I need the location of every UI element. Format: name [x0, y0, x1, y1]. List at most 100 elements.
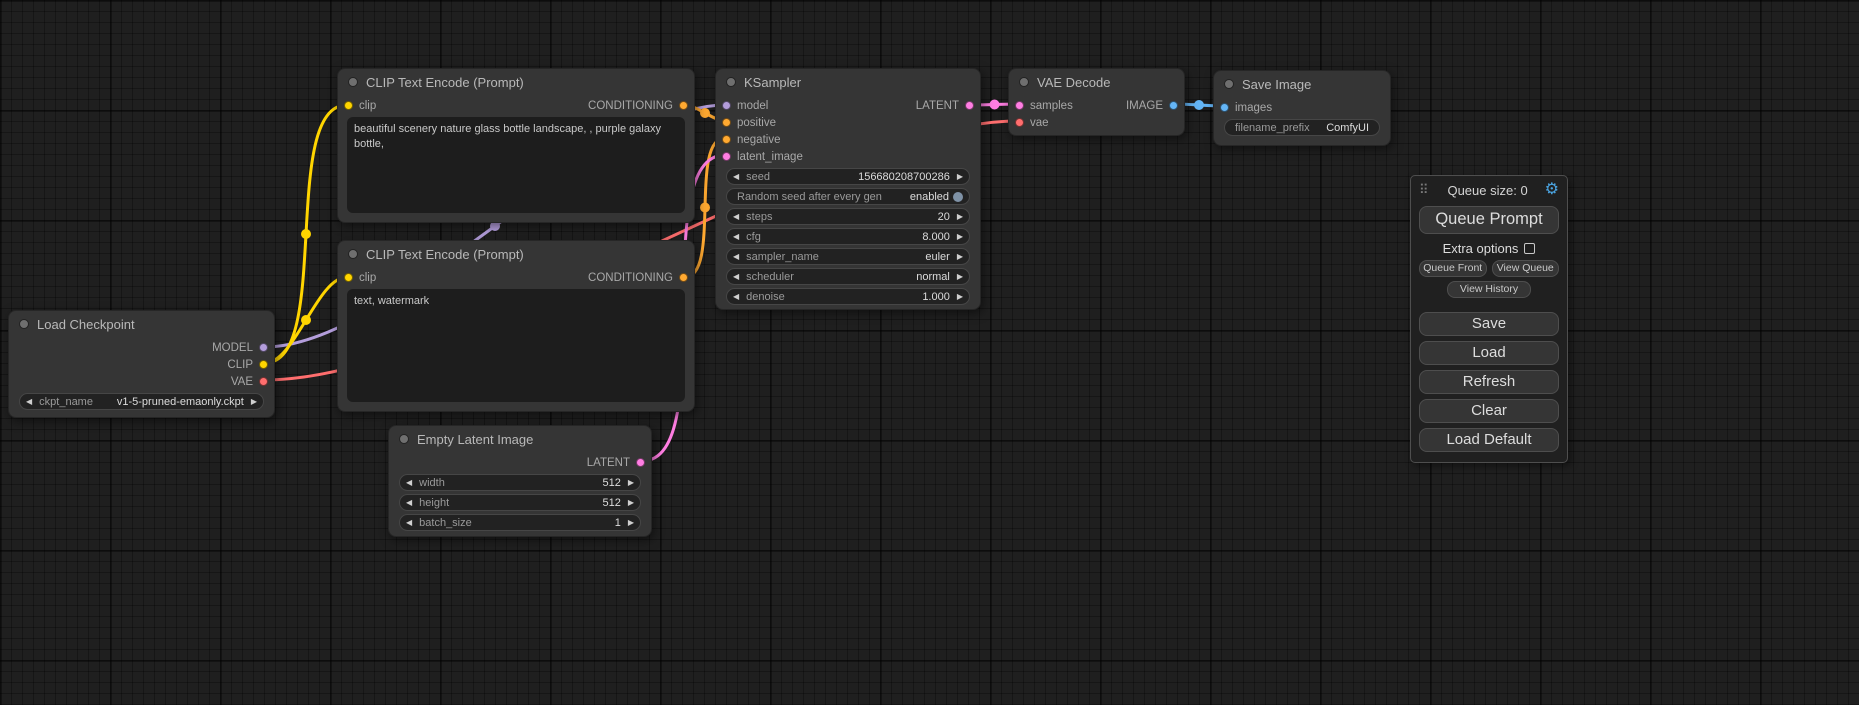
increment-arrow-icon[interactable]: ▶	[628, 479, 634, 487]
node-title-bar[interactable]: Empty Latent Image	[389, 426, 651, 452]
node-empty-latent-image[interactable]: Empty Latent Image LATENT ◀ width 512 ▶ …	[388, 425, 652, 537]
next-value-arrow-icon[interactable]: ▶	[957, 273, 963, 281]
model-slot-dot[interactable]	[722, 101, 731, 110]
image-slot-dot[interactable]	[1220, 103, 1229, 112]
conditioning-slot-dot[interactable]	[722, 118, 731, 127]
input-slot-positive[interactable]: positive	[722, 117, 776, 129]
prompt-textarea[interactable]: text, watermark	[347, 289, 685, 402]
refresh-button[interactable]: Refresh	[1419, 370, 1559, 394]
clip-slot-dot[interactable]	[259, 360, 268, 369]
conditioning-slot-dot[interactable]	[679, 101, 688, 110]
widget-sampler-name[interactable]: ◀ sampler_name euler ▶	[726, 248, 970, 265]
node-title-bar[interactable]: VAE Decode	[1009, 69, 1184, 95]
clip-slot-dot[interactable]	[344, 101, 353, 110]
decrement-arrow-icon[interactable]: ◀	[733, 293, 739, 301]
widget-random-seed-toggle[interactable]: Random seed after every gen enabled	[726, 188, 970, 205]
toggle-indicator-icon[interactable]	[953, 192, 963, 202]
widget-filename-prefix[interactable]: filename_prefix ComfyUI	[1224, 119, 1380, 136]
collapse-dot-icon[interactable]	[1019, 77, 1029, 87]
collapse-dot-icon[interactable]	[348, 249, 358, 259]
clear-button[interactable]: Clear	[1419, 399, 1559, 423]
node-graph-canvas[interactable]: Load Checkpoint MODEL CLIP VAE	[0, 0, 1859, 705]
decrement-arrow-icon[interactable]: ◀	[733, 213, 739, 221]
latent-slot-dot[interactable]	[965, 101, 974, 110]
collapse-dot-icon[interactable]	[399, 434, 409, 444]
clip-slot-dot[interactable]	[344, 273, 353, 282]
output-slot-latent[interactable]: LATENT	[587, 457, 645, 469]
widget-batch-size[interactable]: ◀ batch_size 1 ▶	[399, 514, 641, 531]
increment-arrow-icon[interactable]: ▶	[628, 499, 634, 507]
input-slot-clip[interactable]: clip	[344, 100, 376, 112]
node-title-bar[interactable]: CLIP Text Encode (Prompt)	[338, 241, 694, 267]
widget-steps[interactable]: ◀ steps 20 ▶	[726, 208, 970, 225]
node-vae-decode[interactable]: VAE Decode samples IMAGE vae	[1008, 68, 1185, 136]
input-slot-latent-image[interactable]: latent_image	[722, 151, 803, 163]
view-history-button[interactable]: View History	[1447, 281, 1531, 298]
latent-slot-dot[interactable]	[722, 152, 731, 161]
queue-prompt-button[interactable]: Queue Prompt	[1419, 206, 1559, 234]
prev-value-arrow-icon[interactable]: ◀	[26, 398, 32, 406]
widget-ckpt-name[interactable]: ◀ ckpt_name v1-5-pruned-emaonly.ckpt ▶	[19, 393, 264, 410]
load-button[interactable]: Load	[1419, 341, 1559, 365]
collapse-dot-icon[interactable]	[19, 319, 29, 329]
increment-arrow-icon[interactable]: ▶	[957, 213, 963, 221]
decrement-arrow-icon[interactable]: ◀	[733, 233, 739, 241]
widget-width[interactable]: ◀ width 512 ▶	[399, 474, 641, 491]
decrement-arrow-icon[interactable]: ◀	[406, 519, 412, 527]
prompt-textarea[interactable]: beautiful scenery nature glass bottle la…	[347, 117, 685, 213]
extra-options-checkbox[interactable]	[1524, 243, 1535, 254]
decrement-arrow-icon[interactable]: ◀	[733, 173, 739, 181]
output-slot-conditioning[interactable]: CONDITIONING	[588, 100, 688, 112]
collapse-dot-icon[interactable]	[1224, 79, 1234, 89]
node-title-bar[interactable]: Load Checkpoint	[9, 311, 274, 337]
input-slot-vae[interactable]: vae	[1015, 117, 1049, 129]
input-slot-samples[interactable]: samples	[1015, 100, 1073, 112]
node-title-bar[interactable]: CLIP Text Encode (Prompt)	[338, 69, 694, 95]
decrement-arrow-icon[interactable]: ◀	[406, 479, 412, 487]
increment-arrow-icon[interactable]: ▶	[957, 173, 963, 181]
image-slot-dot[interactable]	[1169, 101, 1178, 110]
view-queue-button[interactable]: View Queue	[1492, 260, 1560, 277]
widget-denoise[interactable]: ◀ denoise 1.000 ▶	[726, 288, 970, 305]
node-clip-text-encode-negative[interactable]: CLIP Text Encode (Prompt) clip CONDITION…	[337, 240, 695, 412]
save-button[interactable]: Save	[1419, 312, 1559, 336]
output-slot-clip[interactable]: CLIP	[227, 359, 268, 371]
output-slot-conditioning[interactable]: CONDITIONING	[588, 272, 688, 284]
input-slot-images[interactable]: images	[1220, 102, 1272, 114]
output-slot-model[interactable]: MODEL	[212, 342, 268, 354]
output-slot-vae[interactable]: VAE	[231, 376, 268, 388]
node-title-bar[interactable]: Save Image	[1214, 71, 1390, 97]
conditioning-slot-dot[interactable]	[722, 135, 731, 144]
increment-arrow-icon[interactable]: ▶	[957, 233, 963, 241]
input-slot-negative[interactable]: negative	[722, 134, 780, 146]
next-value-arrow-icon[interactable]: ▶	[251, 398, 257, 406]
input-slot-clip[interactable]: clip	[344, 272, 376, 284]
collapse-dot-icon[interactable]	[348, 77, 358, 87]
drag-handle-icon[interactable]: ⠿	[1419, 182, 1429, 198]
node-ksampler[interactable]: KSampler model LATENT positive	[715, 68, 981, 310]
input-slot-model[interactable]: model	[722, 100, 768, 112]
node-save-image[interactable]: Save Image images filename_prefix ComfyU…	[1213, 70, 1391, 146]
widget-height[interactable]: ◀ height 512 ▶	[399, 494, 641, 511]
prev-value-arrow-icon[interactable]: ◀	[733, 273, 739, 281]
widget-seed[interactable]: ◀ seed 156680208700286 ▶	[726, 168, 970, 185]
increment-arrow-icon[interactable]: ▶	[957, 293, 963, 301]
settings-gear-icon[interactable]: ⚙	[1545, 182, 1559, 198]
latent-slot-dot[interactable]	[1015, 101, 1024, 110]
conditioning-slot-dot[interactable]	[679, 273, 688, 282]
latent-slot-dot[interactable]	[636, 458, 645, 467]
vae-slot-dot[interactable]	[259, 377, 268, 386]
load-default-button[interactable]: Load Default	[1419, 428, 1559, 452]
vae-slot-dot[interactable]	[1015, 118, 1024, 127]
node-title-bar[interactable]: KSampler	[716, 69, 980, 95]
increment-arrow-icon[interactable]: ▶	[628, 519, 634, 527]
node-load-checkpoint[interactable]: Load Checkpoint MODEL CLIP VAE	[8, 310, 275, 418]
node-clip-text-encode-positive[interactable]: CLIP Text Encode (Prompt) clip CONDITION…	[337, 68, 695, 223]
queue-front-button[interactable]: Queue Front	[1419, 260, 1487, 277]
collapse-dot-icon[interactable]	[726, 77, 736, 87]
widget-scheduler[interactable]: ◀ scheduler normal ▶	[726, 268, 970, 285]
next-value-arrow-icon[interactable]: ▶	[957, 253, 963, 261]
prev-value-arrow-icon[interactable]: ◀	[733, 253, 739, 261]
widget-cfg[interactable]: ◀ cfg 8.000 ▶	[726, 228, 970, 245]
decrement-arrow-icon[interactable]: ◀	[406, 499, 412, 507]
